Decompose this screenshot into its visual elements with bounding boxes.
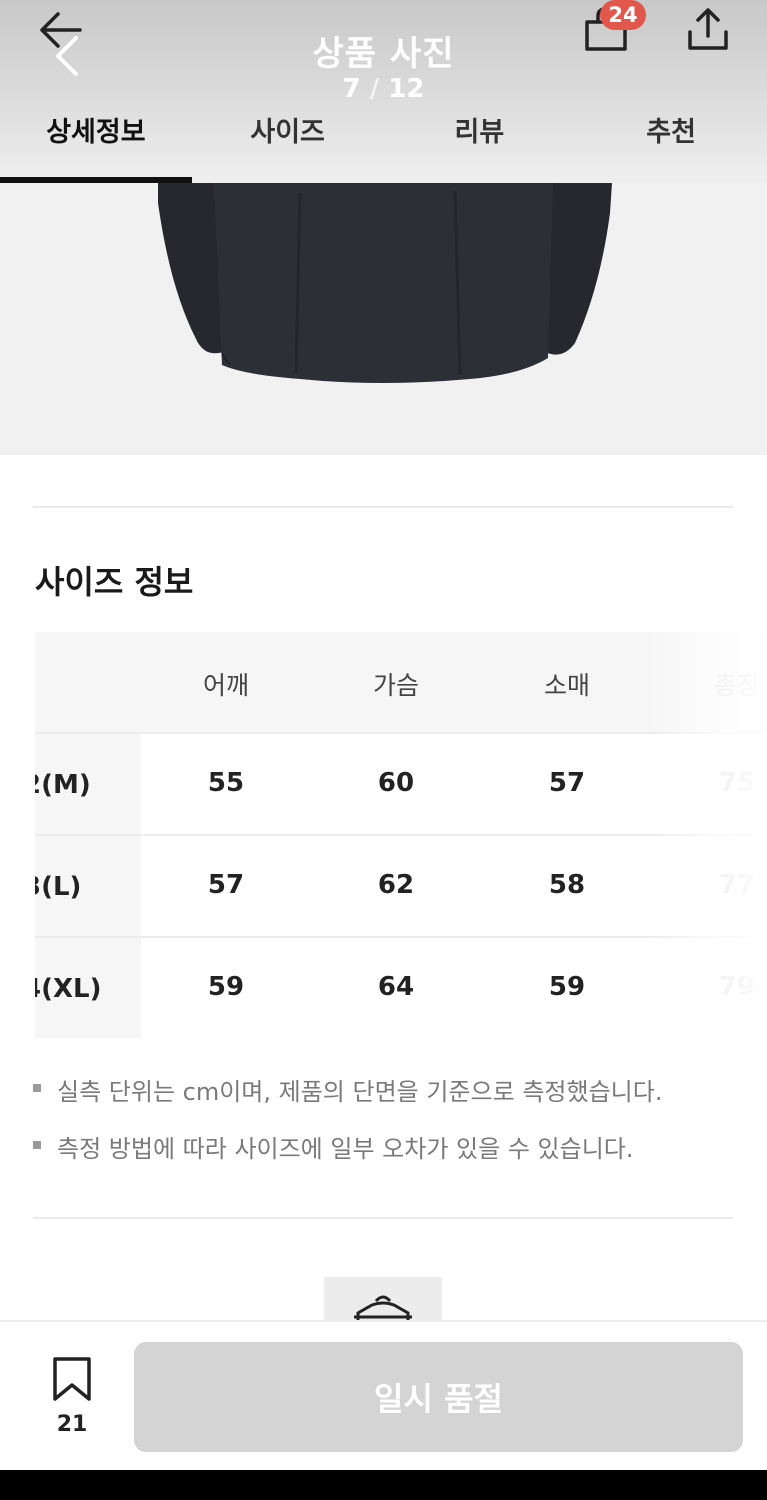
top-header: 상품 사진 7 / 12 24 상세정보 사이즈 리뷰 추천	[0, 0, 767, 183]
section-divider	[33, 1217, 733, 1219]
table-cell: 60	[377, 768, 415, 798]
bookmark-button[interactable]: 21	[42, 1356, 102, 1437]
size-label: 4(XL)	[35, 938, 141, 1038]
size-info-title: 사이즈 정보	[35, 563, 194, 601]
bullet-icon	[33, 1141, 41, 1149]
column-header: 가슴	[372, 671, 419, 700]
column-header: 소매	[543, 671, 590, 700]
shirt-image	[158, 183, 612, 383]
table-cell: 57	[548, 768, 586, 798]
size-table[interactable]: 어깨 가슴 소매 총장 2(M) 55 60 57 75 3(L) 57 62 …	[35, 632, 767, 1038]
note-text: 실측 단위는 cm이며, 제품의 단면을 기준으로 측정했습니다.	[57, 1078, 663, 1106]
table-cell: 62	[377, 870, 415, 900]
note-text: 측정 방법에 따라 사이즈에 일부 오차가 있을 수 있습니다.	[57, 1135, 634, 1163]
table-cell: 59	[207, 972, 245, 1002]
scroll-fade-overlay	[647, 632, 767, 1038]
tab-detail-info[interactable]: 상세정보	[0, 100, 192, 183]
sold-out-button[interactable]: 일시 품절	[134, 1342, 743, 1452]
table-cell: 59	[548, 972, 586, 1002]
size-label: 2(M)	[35, 734, 141, 836]
note-item: 측정 방법에 따라 사이즈에 일부 오차가 있을 수 있습니다.	[33, 1129, 733, 1164]
bottom-action-bar: 21 일시 품절	[0, 1320, 767, 1472]
tab-recommend[interactable]: 추천	[575, 100, 767, 183]
column-header: 어깨	[202, 671, 249, 700]
table-cell: 55	[207, 768, 245, 798]
table-cell: 64	[377, 972, 415, 1002]
cart-count-badge: 24	[600, 0, 646, 30]
note-item: 실측 단위는 cm이며, 제품의 단면을 기준으로 측정했습니다.	[33, 1072, 733, 1107]
product-image[interactable]	[0, 183, 767, 455]
page-title: 상품 사진	[312, 34, 455, 74]
bookmark-icon	[53, 1357, 91, 1401]
size-notes: 실측 단위는 cm이며, 제품의 단면을 기준으로 측정했습니다. 측정 방법에…	[33, 1072, 733, 1186]
tab-bar: 상세정보 사이즈 리뷰 추천	[0, 100, 767, 183]
tab-size[interactable]: 사이즈	[192, 100, 384, 183]
system-navigation-bar	[0, 1470, 767, 1500]
table-cell: 58	[548, 870, 586, 900]
share-icon[interactable]	[686, 6, 730, 52]
table-cell: 57	[207, 870, 245, 900]
bullet-icon	[33, 1084, 41, 1092]
tab-review[interactable]: 리뷰	[384, 100, 576, 183]
size-label: 3(L)	[35, 836, 141, 938]
section-divider	[33, 506, 733, 508]
bookmark-count: 21	[56, 1412, 88, 1437]
